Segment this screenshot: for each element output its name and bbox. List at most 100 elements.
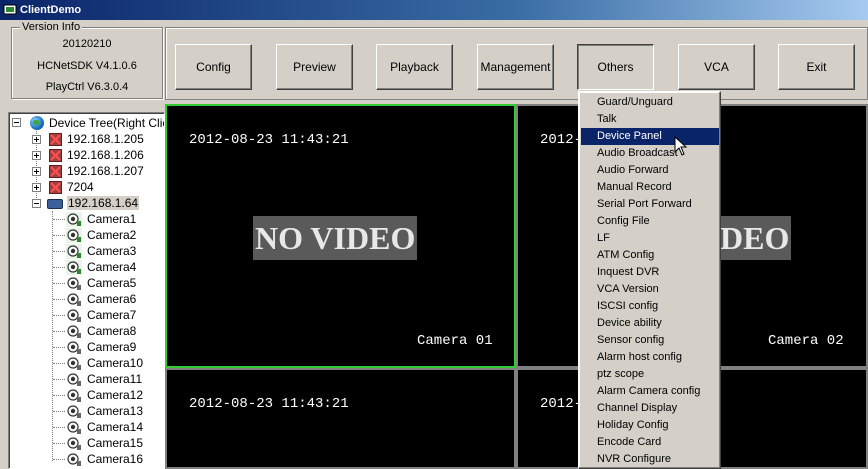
tree-camera-item[interactable]: Camera6 — [87, 291, 136, 307]
camera-icon — [67, 421, 81, 434]
tree-connector — [53, 331, 65, 332]
tree-camera-item[interactable]: Camera16 — [87, 451, 143, 467]
menu-item-config-file[interactable]: Config File — [581, 213, 719, 230]
menu-item-device-panel[interactable]: Device Panel — [581, 128, 719, 145]
tree-connector — [53, 395, 65, 396]
menu-item-alarm-host-config[interactable]: Alarm host config — [581, 349, 719, 366]
menu-item-manual-record[interactable]: Manual Record — [581, 179, 719, 196]
camera-icon — [67, 389, 81, 402]
tree-device-item[interactable]: 192.168.1.206 — [67, 147, 144, 163]
tree-device-item-expanded[interactable]: 192.168.1.64 — [67, 195, 140, 211]
tree-camera-item[interactable]: Camera10 — [87, 355, 143, 371]
tree-connector — [53, 235, 65, 236]
config-button[interactable]: Config — [175, 44, 252, 90]
camera-icon — [67, 277, 81, 290]
menu-item-atm-config[interactable]: ATM Config — [581, 247, 719, 264]
video-timestamp: 2012- — [540, 396, 583, 412]
tree-camera-item[interactable]: Camera3 — [87, 243, 136, 259]
menu-item-ptz-scope[interactable]: ptz scope — [581, 366, 719, 383]
camera-icon — [67, 325, 81, 338]
device-tree[interactable]: Device Tree(Right Click 192.168.1.205 19… — [8, 112, 165, 469]
menu-item-guard-unguard[interactable]: Guard/Unguard — [581, 94, 719, 111]
video-timestamp: 2012-08-23 11:43:21 — [189, 132, 349, 148]
tree-connector — [53, 315, 65, 316]
menu-item-device-ability[interactable]: Device ability — [581, 315, 719, 332]
root-collapse-toggle[interactable] — [12, 118, 21, 127]
tree-camera-item[interactable]: Camera12 — [87, 387, 143, 403]
menu-item-encode-card[interactable]: Encode Card — [581, 434, 719, 451]
tree-camera-item[interactable]: Camera2 — [87, 227, 136, 243]
menu-item-inquest-dvr[interactable]: Inquest DVR — [581, 264, 719, 281]
tree-connector — [53, 411, 65, 412]
video-cell-1[interactable]: 2012-08-23 11:43:21 NO VIDEO Camera 01 — [165, 104, 516, 368]
camera-icon — [67, 309, 81, 322]
menu-item-alarm-camera-config[interactable]: Alarm Camera config — [581, 383, 719, 400]
playback-button[interactable]: Playback — [376, 44, 453, 90]
tree-connector — [53, 427, 65, 428]
tree-camera-item[interactable]: Camera4 — [87, 259, 136, 275]
disconnected-device-icon — [49, 149, 62, 162]
tree-root-label[interactable]: Device Tree(Right Click — [49, 115, 164, 131]
device-expand-toggle[interactable] — [32, 135, 41, 144]
menu-item-holiday-config[interactable]: Holiday Config — [581, 417, 719, 434]
camera-icon — [67, 453, 81, 466]
device-expand-toggle[interactable] — [32, 151, 41, 160]
tree-camera-item[interactable]: Camera7 — [87, 307, 136, 323]
menu-item-talk[interactable]: Talk — [581, 111, 719, 128]
tree-connector — [53, 347, 65, 348]
tree-camera-item[interactable]: Camera15 — [87, 435, 143, 451]
camera-online-icon — [66, 244, 82, 259]
tree-camera-item[interactable]: Camera13 — [87, 403, 143, 419]
exit-button[interactable]: Exit — [778, 44, 855, 90]
app-icon — [3, 4, 17, 15]
menu-item-sensor-config[interactable]: Sensor config — [581, 332, 719, 349]
version-info-group: Version Info 20120210 HCNetSDK V4.1.0.6 … — [11, 21, 163, 99]
tree-connector — [53, 267, 65, 268]
no-video-overlay: DEO — [718, 216, 792, 260]
menu-item-iscsi-config[interactable]: ISCSI config — [581, 298, 719, 315]
video-area: 2012-08-23 11:43:21 NO VIDEO Camera 01 2… — [165, 104, 868, 469]
menu-item-audio-forward[interactable]: Audio Forward — [581, 162, 719, 179]
version-info-legend: Version Info — [20, 21, 83, 33]
others-dropdown-menu[interactable]: Guard/Unguard Talk Device Panel Audio Broad… — [578, 91, 721, 469]
tree-camera-item[interactable]: Camera5 — [87, 275, 136, 291]
video-cell-3[interactable]: 2012-08-23 11:43:21 — [165, 368, 516, 469]
video-timestamp: 2012- — [540, 132, 583, 148]
menu-item-lf[interactable]: LF — [581, 230, 719, 247]
tree-camera-item[interactable]: Camera9 — [87, 339, 136, 355]
tree-device-item[interactable]: 192.168.1.205 — [67, 131, 144, 147]
no-video-overlay: NO VIDEO — [253, 216, 418, 260]
title-bar: ClientDemo — [0, 0, 868, 20]
tree-device-item[interactable]: 7204 — [67, 179, 94, 195]
menu-item-vca-version[interactable]: VCA Version — [581, 281, 719, 298]
preview-button[interactable]: Preview — [276, 44, 353, 90]
playctrl-version: PlayCtrl V6.3.0.4 — [45, 81, 129, 93]
tree-camera-item[interactable]: Camera8 — [87, 323, 136, 339]
menu-item-channel-display[interactable]: Channel Display — [581, 400, 719, 417]
tree-camera-item[interactable]: Camera11 — [87, 371, 142, 387]
menu-item-nvr-configure[interactable]: NVR Configure — [581, 451, 719, 468]
video-timestamp: 2012-08-23 11:43:21 — [189, 396, 349, 412]
tree-connector — [53, 459, 65, 460]
camera-icon — [67, 405, 81, 418]
others-button[interactable]: Others — [577, 44, 654, 90]
menu-item-serial-port-forward[interactable]: Serial Port Forward — [581, 196, 719, 213]
device-expand-toggle[interactable] — [32, 183, 41, 192]
camera-icon — [67, 373, 81, 386]
menu-item-audio-broadcast[interactable]: Audio Broadcast — [581, 145, 719, 162]
tree-connector — [53, 283, 65, 284]
camera-label: Camera 01 — [417, 333, 493, 349]
disconnected-device-icon — [49, 165, 62, 178]
disconnected-device-icon — [49, 181, 62, 194]
tree-camera-item[interactable]: Camera1 — [87, 211, 136, 227]
window-title: ClientDemo — [20, 4, 82, 16]
tree-camera-item[interactable]: Camera14 — [87, 419, 143, 435]
management-button[interactable]: Management — [477, 44, 554, 90]
vca-button[interactable]: VCA — [678, 44, 755, 90]
device-collapse-toggle[interactable] — [32, 199, 41, 208]
tree-connector — [53, 251, 65, 252]
tree-device-item[interactable]: 192.168.1.207 — [67, 163, 144, 179]
device-expand-toggle[interactable] — [32, 167, 41, 176]
dvr-icon — [47, 199, 63, 209]
camera-online-icon — [66, 260, 82, 275]
